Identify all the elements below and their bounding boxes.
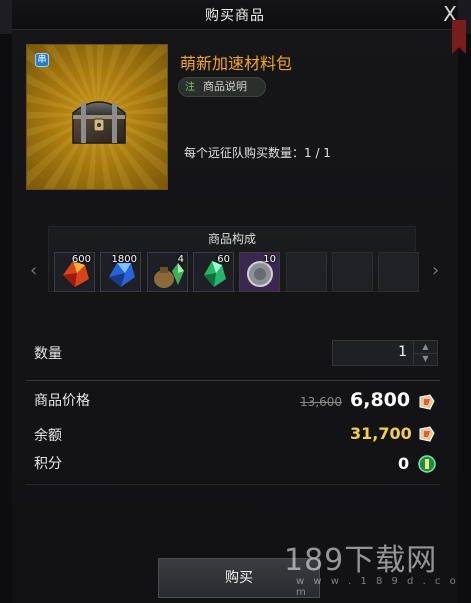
quantity-stepper[interactable]: 1 ▲ ▼ [332, 340, 438, 366]
quantity-value: 1 [398, 344, 407, 360]
title-bar: 购买商品 [12, 0, 458, 30]
current-price: 6,800 [350, 389, 411, 411]
balance-value: 31,700 [350, 424, 412, 443]
points-currency-icon [418, 455, 436, 473]
slot-quantity: 60 [217, 254, 230, 265]
composition-slot-4[interactable]: 60 [193, 252, 234, 292]
scroll-right-arrow-icon[interactable]: › [432, 260, 439, 281]
composition-slot-empty [286, 252, 327, 292]
decrease-arrow-icon[interactable]: ▼ [413, 353, 437, 366]
slot-quantity: 10 [263, 254, 276, 265]
dialog-title: 购买商品 [205, 8, 265, 24]
divider [26, 484, 440, 485]
gold-currency-icon [419, 426, 435, 442]
balance-label: 余额 [34, 428, 62, 444]
composition-slot-1[interactable]: 600 [54, 252, 95, 292]
note-icon: 注 [185, 82, 195, 93]
points-label: 积分 [34, 456, 62, 472]
item-image-frame: 串 [26, 44, 168, 190]
points-value: 0 [398, 454, 410, 473]
quantity-label: 数量 [34, 346, 62, 362]
item-description-button[interactable]: 注 商品说明 [178, 77, 266, 97]
purchase-limit-text: 每个远征队购买数量：1 / 1 [184, 146, 331, 160]
slot-quantity: 4 [177, 254, 184, 265]
item-name: 萌新加速材料包 [180, 54, 293, 73]
divider [26, 380, 440, 381]
composition-slot-5[interactable]: 10 [239, 252, 280, 292]
composition-title: 商品构成 [207, 232, 256, 246]
composition-slot-empty [378, 252, 419, 292]
price-label: 商品价格 [34, 393, 90, 409]
gold-currency-icon [419, 394, 435, 410]
composition-slot-2[interactable]: 1800 [100, 252, 141, 292]
scroll-left-arrow-icon[interactable]: ‹ [30, 260, 37, 281]
treasure-chest-icon [72, 101, 126, 144]
description-button-label: 商品说明 [203, 80, 247, 93]
original-price: 13,600 [300, 395, 342, 409]
composition-slot-3[interactable]: 4 [147, 252, 188, 292]
watermark-text: 189下载网 [284, 543, 438, 578]
ribbon-decoration [452, 20, 466, 54]
slot-quantity: 1800 [111, 254, 137, 265]
item-bound-badge: 串 [35, 53, 49, 67]
composition-slot-empty [332, 252, 373, 292]
slot-quantity: 600 [71, 254, 91, 265]
watermark-url: w w w . 1 8 9 d . c o m [296, 576, 459, 598]
